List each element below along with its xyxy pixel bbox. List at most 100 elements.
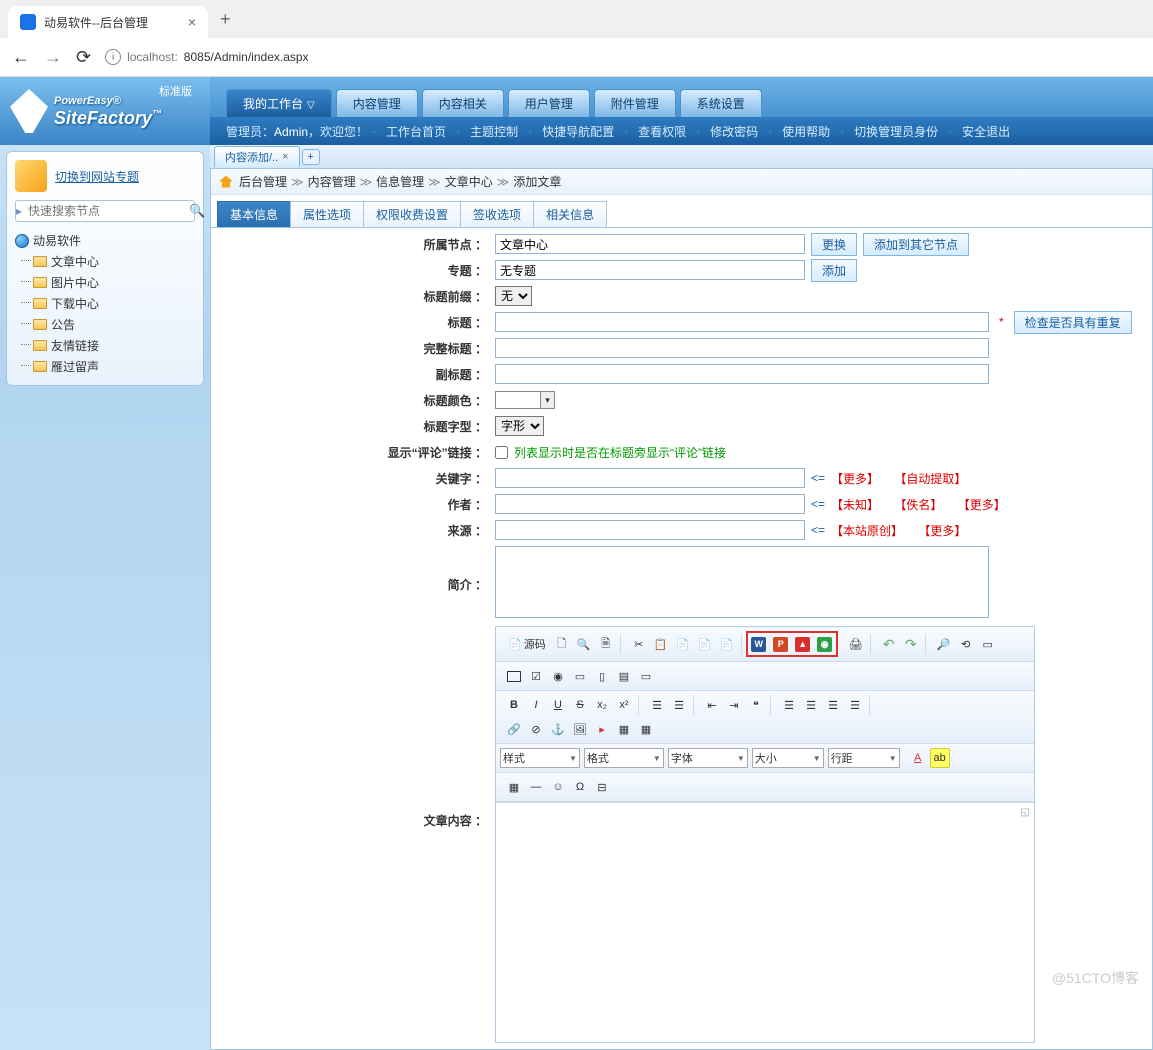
subnav-perm[interactable]: 查看权限 — [632, 123, 692, 140]
align-left-icon[interactable]: ☰ — [779, 695, 799, 715]
home-icon[interactable] — [219, 176, 233, 188]
italic-icon[interactable]: I — [526, 695, 546, 715]
subtitle-input[interactable] — [495, 364, 989, 384]
pdf-icon[interactable]: ▲ — [793, 634, 813, 654]
replace-icon[interactable]: ⟲ — [956, 634, 976, 654]
align-center-icon[interactable]: ☰ — [801, 695, 821, 715]
word-icon[interactable]: W — [749, 634, 769, 654]
outdent-icon[interactable]: ⇤ — [702, 695, 722, 715]
tree-item-images[interactable]: 图片中心 — [33, 272, 195, 293]
subscript-icon[interactable]: x₂ — [592, 695, 612, 715]
checkbox-icon[interactable]: ☑ — [526, 666, 546, 686]
copy-icon[interactable]: 📋 — [651, 634, 671, 654]
author-more-link[interactable]: 【更多】 — [958, 496, 1006, 513]
add-topic-button[interactable]: 添加 — [811, 259, 857, 282]
redo-icon[interactable] — [901, 634, 921, 654]
author-anon-link[interactable]: 【佚名】 — [894, 496, 942, 513]
tree-item-guestbook[interactable]: 雁过留声 — [33, 356, 195, 377]
selectall-icon[interactable]: ▭ — [978, 634, 998, 654]
nav-tab-user[interactable]: 用户管理 — [508, 89, 590, 117]
link-icon[interactable]: 🔗 — [504, 719, 524, 739]
paste-text-icon[interactable]: 📄 — [695, 634, 715, 654]
author-input[interactable] — [495, 494, 805, 514]
subnav-theme[interactable]: 主题控制 — [464, 123, 524, 140]
emoji-icon[interactable]: ☺ — [548, 777, 568, 797]
kw-auto-link[interactable]: 【自动提取】 — [894, 470, 966, 487]
nav-tab-content[interactable]: 内容管理 — [336, 89, 418, 117]
align-justify-icon[interactable]: ☰ — [845, 695, 865, 715]
find-icon[interactable]: 🔎 — [934, 634, 954, 654]
unlink-icon[interactable]: ⊘ — [526, 719, 546, 739]
form-icon[interactable] — [504, 666, 524, 686]
source-orig-link[interactable]: 【本站原创】 — [831, 522, 903, 539]
intro-textarea[interactable] — [495, 546, 989, 618]
forward-button[interactable]: → — [44, 47, 62, 68]
font-select[interactable]: 字体▼ — [668, 748, 748, 768]
subnav-home[interactable]: 工作台首页 — [380, 123, 452, 140]
chevron-down-icon[interactable]: ▾ — [540, 392, 554, 408]
specialchar-icon[interactable]: Ω — [570, 777, 590, 797]
anchor-icon[interactable]: ⚓ — [548, 719, 568, 739]
page-tab-addcontent[interactable]: 内容添加/.. × — [214, 146, 300, 167]
nav-tab-workbench[interactable]: 我的工作台▽ — [226, 89, 332, 117]
browser-tab[interactable]: 动易软件--后台管理 × — [8, 6, 208, 38]
ppt-icon[interactable]: P — [771, 634, 791, 654]
underline-icon[interactable]: U — [548, 695, 568, 715]
title-input[interactable] — [495, 312, 989, 332]
subnav-logout[interactable]: 安全退出 — [956, 123, 1016, 140]
page-tab-add[interactable]: + — [302, 149, 320, 165]
image-upload-icon[interactable]: ◉ — [815, 634, 835, 654]
tree-item-links[interactable]: 友情链接 — [33, 335, 195, 356]
media-icon[interactable]: ▦ — [614, 719, 634, 739]
color-picker[interactable]: ▾ — [495, 391, 555, 409]
check-dup-button[interactable]: 检查是否具有重复 — [1014, 311, 1132, 334]
reload-button[interactable]: ⟳ — [76, 47, 91, 68]
pagebreak-icon[interactable]: ⊟ — [592, 777, 612, 797]
switch-site-link[interactable]: 切换到网站专题 — [55, 168, 139, 185]
newpage-icon[interactable]: 🗋 — [552, 634, 572, 654]
tree-item-notice[interactable]: 公告 — [33, 314, 195, 335]
template-icon[interactable]: 🗎 — [596, 634, 616, 654]
size-select[interactable]: 大小▼ — [752, 748, 824, 768]
bgcolor-icon[interactable]: ab — [930, 748, 950, 768]
textcolor-icon[interactable]: A — [908, 748, 928, 768]
source-button[interactable]: 📄 源码 — [504, 634, 550, 654]
bullist-icon[interactable]: ☰ — [669, 695, 689, 715]
button-icon[interactable]: ▭ — [636, 666, 656, 686]
tree-item-downloads[interactable]: 下载中心 — [33, 293, 195, 314]
form-tab-sign[interactable]: 签收选项 — [460, 201, 534, 227]
crumb-admin[interactable]: 后台管理 — [239, 173, 287, 190]
numlist-icon[interactable]: ☰ — [647, 695, 667, 715]
new-tab-button[interactable]: + — [220, 9, 231, 30]
table-insert-icon[interactable]: ▦ — [504, 777, 524, 797]
nav-tab-attachment[interactable]: 附件管理 — [594, 89, 676, 117]
crumb-content[interactable]: 内容管理 — [308, 173, 356, 190]
resize-icon[interactable]: ◱ — [1021, 807, 1030, 818]
close-icon[interactable]: × — [282, 151, 288, 163]
back-button[interactable]: ← — [12, 47, 30, 68]
change-node-button[interactable]: 更换 — [811, 233, 857, 256]
subnav-quicknav[interactable]: 快捷导航配置 — [536, 123, 620, 140]
image-icon[interactable]: 🖼 — [570, 719, 590, 739]
subnav-pwd[interactable]: 修改密码 — [704, 123, 764, 140]
search-button[interactable]: 🔍 — [189, 201, 205, 221]
paste-word-icon[interactable]: 📄 — [717, 634, 737, 654]
source-input[interactable] — [495, 520, 805, 540]
textarea-icon[interactable]: ▯ — [592, 666, 612, 686]
crumb-info[interactable]: 信息管理 — [376, 173, 424, 190]
strike-icon[interactable]: S — [570, 695, 590, 715]
linesp-select[interactable]: 行距▼ — [828, 748, 900, 768]
editor-canvas[interactable]: ◱ — [496, 802, 1034, 1042]
topic-input[interactable] — [495, 260, 805, 280]
blockquote-icon[interactable]: ❝ — [746, 695, 766, 715]
keywords-input[interactable] — [495, 468, 805, 488]
node-input[interactable] — [495, 234, 805, 254]
tree-item-articles[interactable]: 文章中心 — [33, 251, 195, 272]
form-tab-perm[interactable]: 权限收费设置 — [363, 201, 461, 227]
format-select[interactable]: 格式▼ — [584, 748, 664, 768]
fulltitle-input[interactable] — [495, 338, 989, 358]
bold-icon[interactable]: B — [504, 695, 524, 715]
search-input[interactable] — [22, 201, 189, 221]
site-info-icon[interactable]: i — [105, 49, 121, 65]
kw-more-link[interactable]: 【更多】 — [831, 470, 879, 487]
